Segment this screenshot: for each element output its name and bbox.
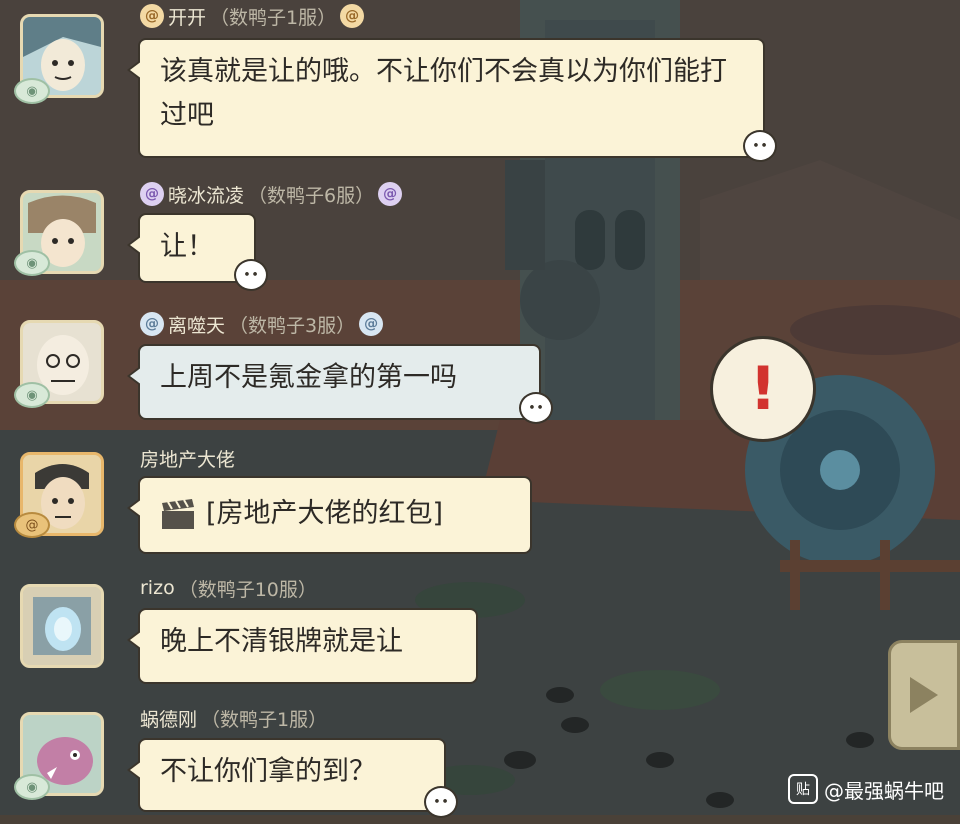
red-packet-bubble[interactable]: [房地产大佬的红包] [127, 476, 532, 554]
alert-symbol: ! [749, 354, 777, 424]
title-badge-icon: @ [378, 182, 403, 206]
title-badge-icon: @ [140, 312, 164, 336]
message-text: 不让你们拿的到？ [160, 756, 376, 787]
eye-icon: ◉ [14, 382, 50, 408]
sender-server: （数鸭子6服） [248, 184, 375, 207]
sender-name: 离噬天 [168, 314, 226, 337]
sender-server: （数鸭子10服） [178, 578, 317, 601]
sender-server: （数鸭子3服） [229, 314, 356, 337]
clapperboard-icon [162, 498, 194, 529]
eye-icon: ◉ [14, 774, 50, 800]
sender-name: 蜗德刚 [140, 708, 198, 731]
eye-icon: ◉ [14, 250, 50, 276]
message-bubble[interactable]: 该真就是让的哦。不让你们不会真以为你们能打过吧 ∙∙ [127, 38, 777, 162]
sender-name-row: rizo （数鸭子10服） [140, 574, 317, 602]
sender-name-row: 房地产大佬 [140, 444, 235, 472]
speech-bubble-icon: ∙∙ [743, 130, 777, 162]
play-icon [910, 677, 938, 713]
watermark-text: @最强蜗牛吧 [824, 778, 944, 803]
play-button[interactable] [888, 640, 960, 750]
title-badge-icon: @ [340, 4, 365, 28]
speech-bubble-icon: ∙∙ [234, 259, 268, 291]
eye-icon: ◉ [14, 78, 50, 104]
title-badge-icon: @ [140, 4, 164, 28]
sender-server: （数鸭子1服） [210, 6, 337, 29]
message-text: 上周不是氪金拿的第一吗 [160, 362, 457, 393]
speech-bubble-icon: ∙∙ [424, 786, 458, 818]
avatar[interactable] [20, 584, 104, 668]
alert-exclamation-icon[interactable]: ! [710, 336, 816, 442]
title-badge-icon: @ [359, 312, 384, 336]
sender-name-row: @ 开开 （数鸭子1服） @ [140, 2, 365, 30]
sender-name: 晓冰流凌 [168, 184, 245, 207]
message-bubble[interactable]: 让！ ∙∙ [127, 213, 268, 291]
message-text: 晚上不清银牌就是让 [160, 626, 403, 657]
sender-name-row: @ 晓冰流凌 （数鸭子6服） @ [140, 180, 403, 208]
sender-name: 房地产大佬 [140, 448, 236, 471]
sender-server: （数鸭子1服） [201, 708, 328, 731]
sender-name: 开开 [168, 6, 207, 29]
title-badge-icon: @ [140, 182, 164, 206]
message-text: 让！ [160, 231, 214, 262]
message-bubble[interactable]: 晚上不清银牌就是让 [127, 608, 478, 684]
speech-bubble-icon: ∙∙ [519, 392, 553, 424]
message-bubble[interactable]: 上周不是氪金拿的第一吗 ∙∙ [127, 344, 553, 424]
sender-name: rizo [140, 577, 175, 599]
message-bubble[interactable]: 不让你们拿的到？ ∙∙ [127, 738, 458, 818]
message-text: 该真就是让的哦。不让你们不会真以为你们能打过吧 [160, 56, 727, 131]
red-packet-text: [房地产大佬的红包] [206, 498, 444, 529]
tieba-logo-icon: 贴 [788, 774, 818, 804]
snail-icon: @ [14, 512, 50, 538]
sender-name-row: @ 离噬天 （数鸭子3服） @ [140, 310, 384, 338]
watermark: 贴 @最强蜗牛吧 [788, 774, 944, 804]
avatar-portrait-icon [23, 587, 101, 665]
sender-name-row: 蜗德刚 （数鸭子1服） [140, 704, 327, 732]
